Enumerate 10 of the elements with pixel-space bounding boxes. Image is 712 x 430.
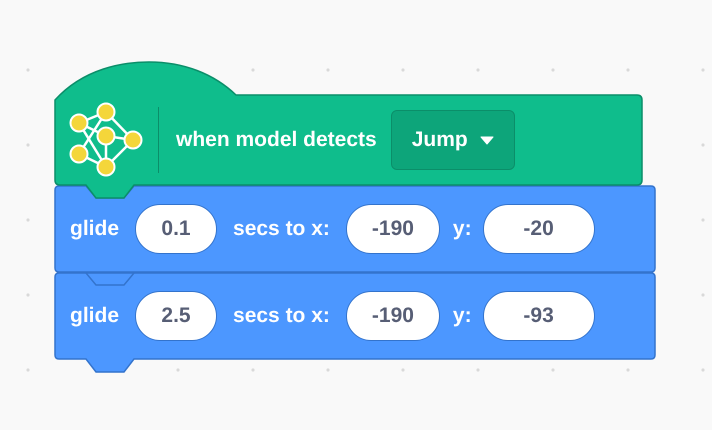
caret-icon — [480, 136, 494, 144]
number-input[interactable]: -20 — [482, 204, 595, 254]
block-label: glide — [70, 303, 120, 330]
block-label: glide — [70, 216, 120, 242]
number-input[interactable]: -93 — [482, 291, 595, 341]
block-label: secs to x: — [233, 303, 330, 330]
block-label: y: — [452, 216, 472, 242]
block-label: y: — [452, 303, 472, 330]
block-label: when model detects — [176, 127, 377, 154]
block-label: secs to x: — [233, 216, 330, 242]
